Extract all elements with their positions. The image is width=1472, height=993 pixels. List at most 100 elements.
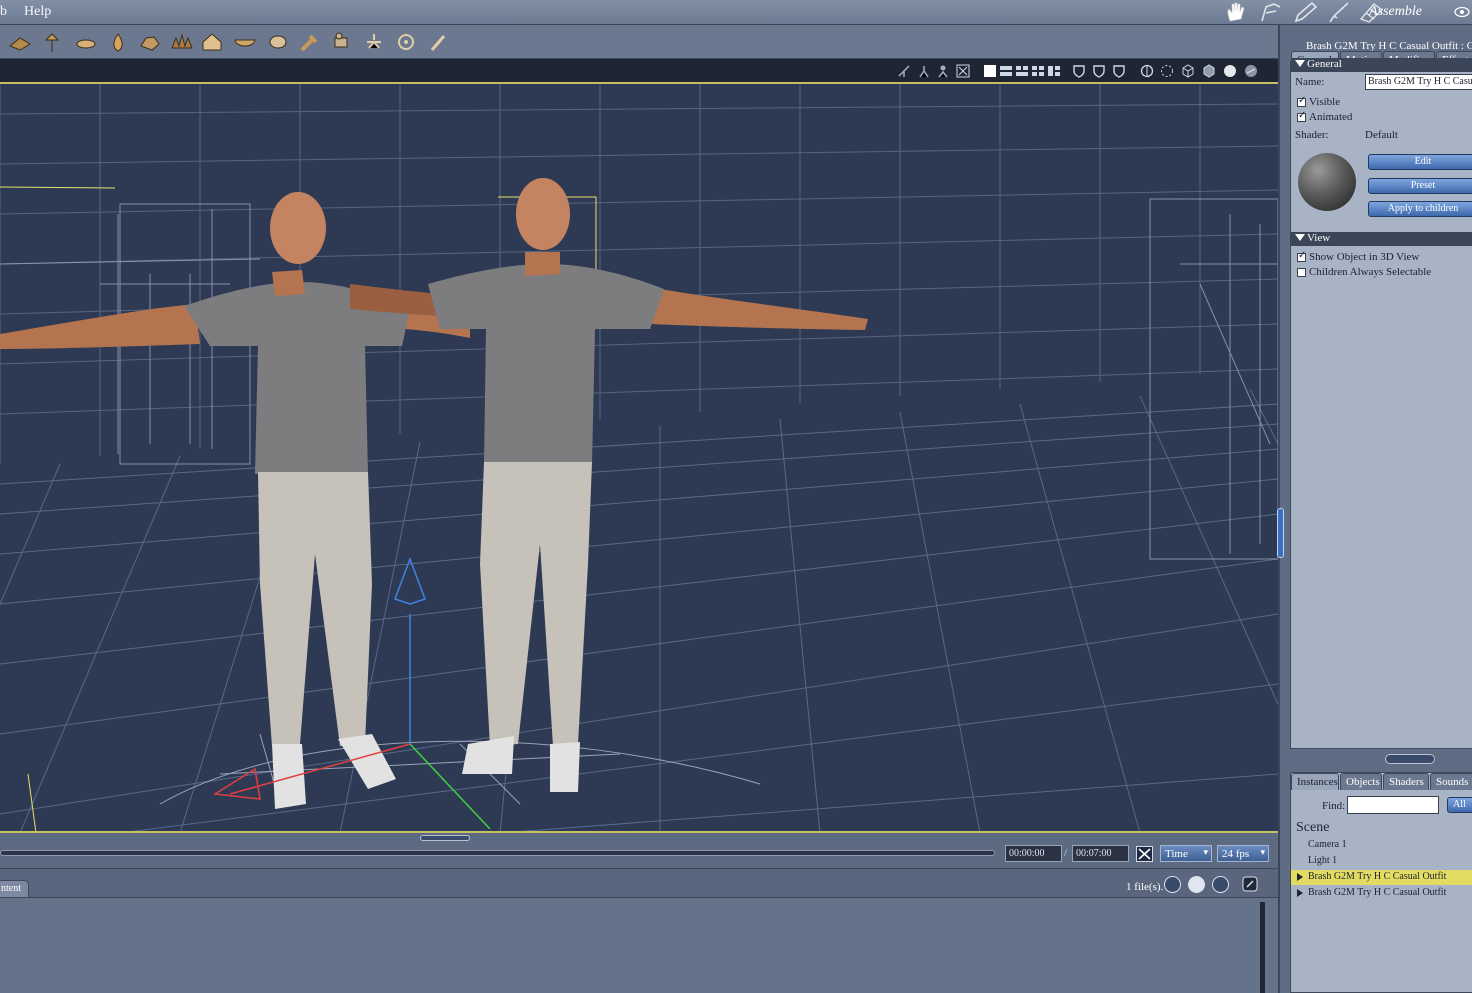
content-browser-area[interactable] — [0, 898, 1278, 993]
bone-tool-icon[interactable] — [426, 30, 450, 54]
camera-tool-icon[interactable] — [330, 30, 354, 54]
expand-triangle-icon[interactable] — [1297, 873, 1303, 881]
bean-tool-icon[interactable] — [266, 30, 290, 54]
back-wall-grid — [0, 84, 1278, 464]
children-selectable-label: Children Always Selectable — [1309, 266, 1432, 278]
find-label: Find: — [1322, 800, 1346, 812]
content-tab[interactable]: ntent — [0, 880, 29, 898]
animated-label: Animated — [1309, 111, 1353, 123]
menu-item-help[interactable]: Help — [24, 4, 51, 20]
eye-icon[interactable] — [1454, 5, 1470, 19]
wireframe-view-icon[interactable] — [1181, 64, 1195, 78]
object-toolbar — [0, 25, 1278, 59]
general-section-header[interactable]: General — [1291, 58, 1472, 72]
spiky-tool-icon[interactable] — [170, 30, 194, 54]
preset-button[interactable]: Preset — [1368, 178, 1472, 194]
view-section-header[interactable]: View — [1291, 232, 1472, 246]
viewport-scene — [0, 84, 1278, 831]
brush-room-icon[interactable] — [1326, 1, 1352, 23]
expand-triangle-icon[interactable] — [1297, 889, 1303, 897]
panel-collapse-handle[interactable] — [1277, 508, 1284, 558]
fps-dropdown[interactable]: 24 fps ▾ — [1217, 845, 1269, 862]
import-icon[interactable] — [1241, 875, 1261, 893]
target-tool-icon[interactable] — [394, 30, 418, 54]
apply-to-children-button[interactable]: Apply to children — [1368, 201, 1472, 217]
children-selectable-checkbox[interactable] — [1297, 268, 1306, 277]
3d-viewport[interactable] — [0, 84, 1278, 833]
loop-toggle-button[interactable] — [1136, 846, 1153, 862]
gizmo-icon[interactable] — [956, 64, 970, 78]
view-section-title: View — [1307, 232, 1331, 244]
detail-view-button[interactable] — [1212, 876, 1229, 893]
time-scrubber[interactable] — [0, 850, 995, 856]
properties-panel: General Motion Modifiers Effects General… — [1290, 51, 1472, 749]
tab-objects[interactable]: Objects — [1340, 773, 1382, 790]
plant-tool-icon[interactable] — [40, 30, 64, 54]
light-tool-icon[interactable] — [362, 30, 386, 54]
expand-triangle-icon — [1295, 234, 1305, 241]
scene-item-light[interactable]: Light 1 — [1291, 854, 1472, 869]
cloud-tool-icon[interactable] — [74, 30, 98, 54]
bowl-tool-icon[interactable] — [233, 30, 257, 54]
terrain-tool-icon[interactable] — [8, 30, 32, 54]
expand-triangle-icon — [1295, 60, 1305, 67]
single-view-icon[interactable] — [983, 64, 997, 78]
find-all-button[interactable]: All — [1447, 797, 1472, 813]
rock-tool-icon[interactable] — [138, 30, 162, 54]
smooth-shaded-icon[interactable] — [1223, 64, 1237, 78]
scene-item-camera[interactable]: Camera 1 — [1291, 838, 1472, 853]
flat-shaded-icon[interactable] — [1202, 64, 1216, 78]
animated-checkbox[interactable] — [1297, 110, 1306, 122]
shield-render-icon-3[interactable] — [1112, 64, 1126, 78]
scene-item-outfit-2[interactable]: Brash G2M Try H C Casual Outfit — [1291, 886, 1472, 901]
hand-room-icon[interactable] — [1224, 1, 1250, 23]
figure-2[interactable] — [350, 178, 868, 792]
edit-shader-button[interactable]: Edit — [1368, 154, 1472, 170]
texture-shaded-icon[interactable] — [1244, 64, 1258, 78]
face-room-icon[interactable] — [1258, 1, 1284, 23]
content-scrollbar[interactable] — [1260, 902, 1265, 993]
time-mode-dropdown[interactable]: Time ▾ — [1160, 845, 1212, 862]
list-view-button[interactable] — [1164, 876, 1181, 893]
fire-tool-icon[interactable] — [106, 30, 130, 54]
visible-label: Visible — [1309, 96, 1341, 108]
scene-item-label: Brash G2M Try H C Casual Outfit — [1308, 887, 1447, 898]
bounding-box-icon[interactable] — [1140, 64, 1154, 78]
scene-tabs: Instances Objects Shaders Sounds — [1291, 773, 1472, 790]
right-panel: Brash G2M Try H C Casual Outfit : Group … — [1277, 25, 1472, 993]
three-views-icon[interactable] — [1015, 64, 1029, 78]
content-library-bar: ntent 1 file(s). — [0, 868, 1278, 898]
house-tool-icon[interactable] — [200, 30, 224, 54]
alt-views-icon[interactable] — [1047, 64, 1061, 78]
viewport-toolbar — [0, 59, 1278, 84]
tripod-icon[interactable] — [917, 64, 931, 78]
tab-shaders[interactable]: Shaders — [1383, 773, 1429, 790]
find-input[interactable] — [1347, 796, 1439, 814]
pencil-room-icon[interactable] — [1292, 1, 1318, 23]
timeline-bar: 00:00:00 / 00:07:00 Time ▾ 24 fps ▾ — [0, 835, 1278, 868]
tab-instances[interactable]: Instances — [1291, 773, 1339, 790]
viewport-resize-handle[interactable] — [420, 835, 470, 841]
hammer-tool-icon[interactable] — [298, 30, 322, 54]
end-time-field[interactable]: 00:07:00 — [1072, 845, 1129, 862]
panel-splitter-handle[interactable] — [1385, 754, 1435, 764]
name-input[interactable]: Brash G2M Try H C Casual Outfit — [1365, 74, 1472, 90]
show-object-checkbox[interactable] — [1297, 250, 1306, 262]
visible-checkbox[interactable] — [1297, 95, 1306, 107]
four-views-icon[interactable] — [1031, 64, 1045, 78]
two-views-icon[interactable] — [999, 64, 1013, 78]
current-time-field[interactable]: 00:00:00 — [1005, 845, 1062, 862]
floor-grid — [0, 388, 1278, 831]
icon-view-button[interactable] — [1188, 876, 1205, 893]
menu-bar: b Help Assemble — [0, 0, 1472, 25]
axes-icon[interactable] — [897, 64, 911, 78]
points-view-icon[interactable] — [1160, 64, 1174, 78]
scene-item-outfit-1[interactable]: Brash G2M Try H C Casual Outfit — [1291, 870, 1472, 885]
figure-view-icon[interactable] — [936, 64, 950, 78]
shield-render-icon-1[interactable] — [1072, 64, 1086, 78]
tab-sounds[interactable]: Sounds — [1430, 773, 1472, 790]
chevron-down-icon: ▾ — [1260, 847, 1265, 857]
shader-preview[interactable] — [1298, 153, 1356, 211]
shield-render-icon-2[interactable] — [1092, 64, 1106, 78]
menu-item-web[interactable]: b — [0, 4, 7, 20]
